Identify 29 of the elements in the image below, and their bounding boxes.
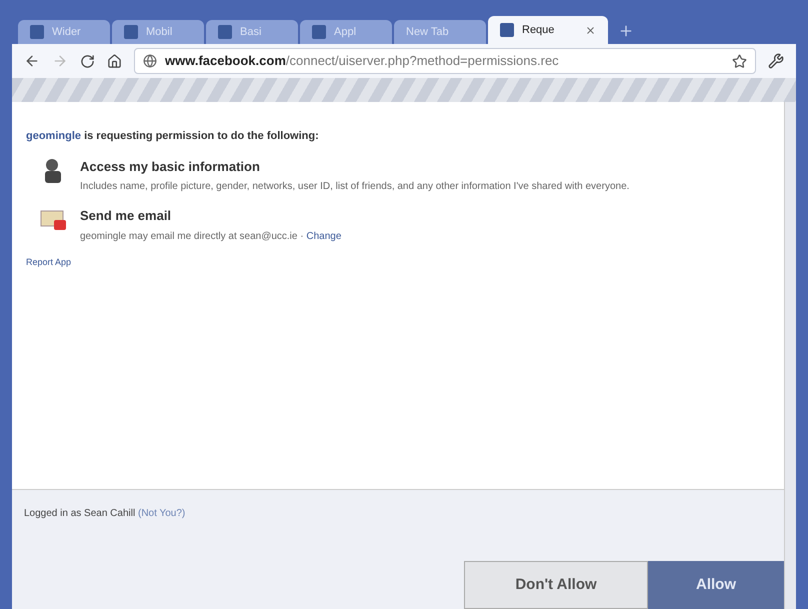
permission-title: Send me email [80, 207, 172, 225]
close-icon[interactable] [585, 24, 596, 36]
star-icon[interactable] [732, 54, 747, 68]
permission-description: Includes name, profile picture, gender, networks, user ID, list of friends, and any other information I've shared with everyone. [80, 180, 630, 194]
reload-icon[interactable] [80, 54, 95, 68]
globe-icon [143, 54, 157, 68]
tab-title: Mobil [146, 24, 172, 40]
browser-tab[interactable]: Reque [488, 16, 608, 44]
permission-intro: geomingle is requesting permission to do the following: [26, 129, 320, 144]
tab-title: New Tab [406, 24, 449, 40]
permission-description: geomingle may email me directly at sean@ucc.ie · Change [80, 230, 342, 244]
scrollbar[interactable] [784, 102, 796, 609]
url-text: www.facebook.com/connect/uiserver.php?method=permissions.rec [165, 52, 560, 70]
tab-title: Appl [334, 24, 356, 40]
back-icon[interactable] [24, 53, 40, 69]
report-app-link[interactable]: Report App [26, 256, 770, 269]
home-icon[interactable] [107, 54, 122, 68]
change-link[interactable]: Change [306, 230, 342, 242]
tab-title: Basi [240, 24, 262, 40]
tab-title: Wider [52, 24, 81, 40]
tab-title: Reque [522, 22, 554, 38]
address-bar[interactable]: www.facebook.com/connect/uiserver.php?method=permissions.rec [134, 48, 756, 74]
logged-in-text: Logged in as Sean Cahill [24, 508, 136, 519]
new-tab-icon[interactable] [618, 23, 634, 39]
wrench-icon[interactable] [768, 53, 784, 69]
not-you-link[interactable]: (Not You?) [138, 508, 186, 519]
allow-button[interactable]: Allow [648, 561, 784, 609]
dont-allow-button[interactable]: Don't Allow [464, 561, 648, 609]
permission-title: Access my basic information [80, 158, 261, 176]
